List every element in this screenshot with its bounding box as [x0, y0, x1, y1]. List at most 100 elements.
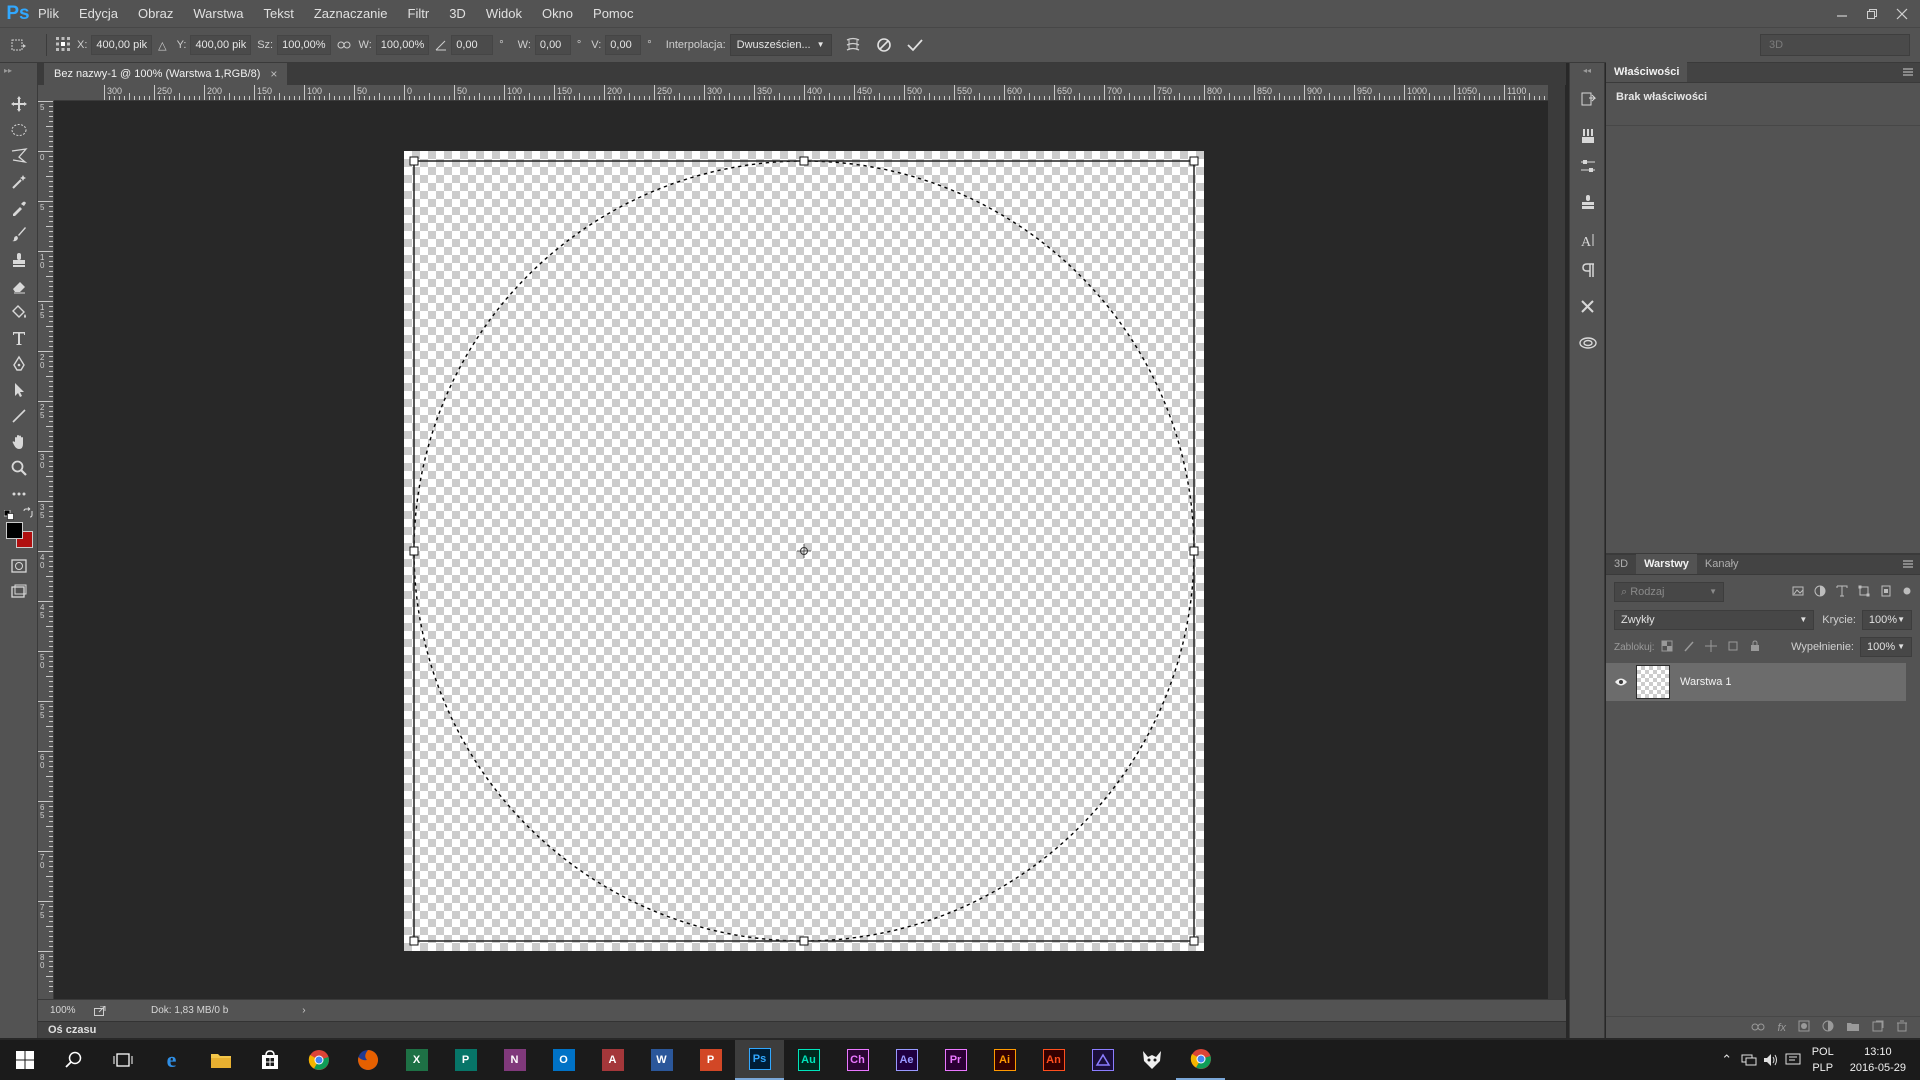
lock-image-icon[interactable]	[1683, 640, 1695, 655]
tab-3d[interactable]: 3D	[1606, 554, 1636, 574]
height-field[interactable]: 100,00%	[375, 35, 430, 55]
timeline-panel-tab[interactable]: Oś czasu	[38, 1021, 1566, 1038]
collapse-strip-icon[interactable]: ◂◂	[1570, 63, 1604, 77]
tool-presets-panel-icon[interactable]	[1570, 291, 1606, 321]
chrome-icon-2[interactable]	[1176, 1040, 1225, 1080]
paragraph-panel-icon[interactable]	[1570, 255, 1606, 285]
pen-tool-icon[interactable]	[0, 351, 38, 377]
handle-top-right[interactable]	[1189, 156, 1199, 166]
filter-toggle-icon[interactable]	[1902, 585, 1912, 599]
input-language[interactable]: POL PLP	[1804, 1044, 1842, 1076]
angle-field[interactable]: 0,00	[451, 35, 494, 55]
chevron-up-icon[interactable]: ⌃	[1716, 1040, 1738, 1080]
vertical-scrollbar[interactable]	[1548, 85, 1565, 999]
taskbar-app-audition[interactable]: Au	[784, 1040, 833, 1080]
foreground-color-swatch[interactable]	[6, 522, 23, 539]
taskbar-app-onenote[interactable]: N	[490, 1040, 539, 1080]
network-icon[interactable]	[1738, 1040, 1760, 1080]
layer-style-fx-icon[interactable]: fx	[1777, 1022, 1786, 1034]
handle-top[interactable]	[799, 156, 809, 166]
width-field[interactable]: 100,00%	[277, 35, 331, 55]
zoom-level[interactable]: 100%	[38, 1005, 84, 1016]
lock-position-icon[interactable]	[1704, 639, 1717, 655]
filter-shape-icon[interactable]	[1858, 585, 1870, 600]
libraries-panel-icon[interactable]	[1570, 327, 1606, 357]
y-field[interactable]: 400,00 pik	[190, 35, 252, 55]
visibility-eye-icon[interactable]	[1606, 677, 1636, 687]
menu-obraz[interactable]: Obraz	[128, 0, 183, 27]
adjustments-panel-icon[interactable]	[1570, 151, 1606, 181]
taskbar-app-access[interactable]: A	[588, 1040, 637, 1080]
add-mask-icon[interactable]	[1798, 1020, 1810, 1035]
more-tools-icon[interactable]	[0, 481, 38, 507]
store-icon[interactable]	[245, 1040, 294, 1080]
reference-point-crosshair[interactable]	[797, 544, 811, 558]
default-colors-icon[interactable]	[3, 509, 14, 520]
edge-browser-icon[interactable]: e	[147, 1040, 196, 1080]
taskbar-app-illustrator[interactable]: Ai	[980, 1040, 1029, 1080]
transform-tool-preset-icon[interactable]	[0, 38, 38, 52]
tab-layers[interactable]: Warstwy	[1636, 554, 1697, 574]
link-icon[interactable]	[337, 40, 351, 50]
menu-edycja[interactable]: Edycja	[69, 0, 128, 27]
layer-row[interactable]: Warstwa 1	[1606, 663, 1906, 701]
character-panel-icon[interactable]: A	[1570, 225, 1606, 255]
tab-channels[interactable]: Kanały	[1697, 554, 1747, 574]
menu-tekst[interactable]: Tekst	[253, 0, 303, 27]
magic-wand-tool-icon[interactable]	[0, 169, 38, 195]
chrome-icon[interactable]	[294, 1040, 343, 1080]
start-button[interactable]	[0, 1040, 49, 1080]
type-tool-icon[interactable]	[0, 325, 38, 351]
handle-left[interactable]	[409, 546, 419, 556]
task-view-button[interactable]	[98, 1040, 147, 1080]
menu-warstwa[interactable]: Warstwa	[183, 0, 253, 27]
close-icon[interactable]	[1894, 6, 1910, 22]
document-tab[interactable]: Bez nazwy-1 @ 100% (Warstwa 1,RGB/8) ×	[44, 63, 288, 85]
swap-colors-icon[interactable]	[22, 507, 34, 519]
menu-plik[interactable]: Plik	[36, 0, 69, 27]
filter-type-icon[interactable]	[1836, 585, 1848, 600]
paint-bucket-tool-icon[interactable]	[0, 299, 38, 325]
clock[interactable]: 13:10 2016-05-29	[1842, 1044, 1920, 1076]
close-tab-icon[interactable]: ×	[270, 67, 277, 81]
interpolation-dropdown[interactable]: Dwusześcien... ▼	[729, 34, 832, 56]
menu-zaznaczanie[interactable]: Zaznaczanie	[304, 0, 398, 27]
taskbar-app-outlook[interactable]: O	[539, 1040, 588, 1080]
menu-3d[interactable]: 3D	[439, 0, 476, 27]
collapse-toolbar-icon[interactable]: ▸▸	[0, 63, 37, 77]
hand-tool-icon[interactable]	[0, 429, 38, 455]
layers-panel-menu-icon[interactable]	[1896, 554, 1920, 574]
handle-top-left[interactable]	[409, 156, 419, 166]
menu-okno[interactable]: Okno	[532, 0, 583, 27]
taskbar-app-powerpoint[interactable]: P	[686, 1040, 735, 1080]
document-size[interactable]: Dok: 1,83 MB/0 b	[151, 1005, 228, 1016]
warp-icon[interactable]	[844, 36, 862, 54]
lock-artboard-icon[interactable]	[1727, 640, 1739, 655]
chevron-right-icon[interactable]: ›	[302, 1005, 305, 1016]
eyedropper-tool-icon[interactable]	[0, 195, 38, 221]
brush-tool-icon[interactable]	[0, 221, 38, 247]
filter-pixel-icon[interactable]	[1792, 585, 1804, 600]
layer-filter-dropdown[interactable]: ⌕ Rodzaj ▼	[1614, 582, 1724, 602]
handle-bottom[interactable]	[799, 936, 809, 946]
menu-filtr[interactable]: Filtr	[398, 0, 440, 27]
canvas-area[interactable]	[54, 101, 1548, 999]
filter-smart-object-icon[interactable]	[1880, 585, 1892, 600]
commit-transform-icon[interactable]	[906, 37, 924, 53]
taskbar-app-photoshop[interactable]: Ps	[735, 1040, 784, 1080]
tab-properties[interactable]: Właściwości	[1606, 62, 1688, 82]
lock-transparent-icon[interactable]	[1661, 640, 1673, 655]
clone-stamp-tool-icon[interactable]	[0, 247, 38, 273]
search-button[interactable]	[49, 1040, 98, 1080]
link-layers-icon[interactable]	[1751, 1021, 1765, 1035]
export-icon[interactable]	[94, 1005, 106, 1016]
line-tool-icon[interactable]	[0, 403, 38, 429]
handle-right[interactable]	[1189, 546, 1199, 556]
fox-app-icon[interactable]	[1127, 1040, 1176, 1080]
taskbar-app-after-effects[interactable]: Ae	[882, 1040, 931, 1080]
volume-icon[interactable]	[1760, 1040, 1782, 1080]
new-group-icon[interactable]	[1846, 1020, 1860, 1035]
zoom-tool-icon[interactable]	[0, 455, 38, 481]
fill-field[interactable]: 100% ▼	[1860, 637, 1912, 657]
media-encoder-icon[interactable]	[1078, 1040, 1127, 1080]
